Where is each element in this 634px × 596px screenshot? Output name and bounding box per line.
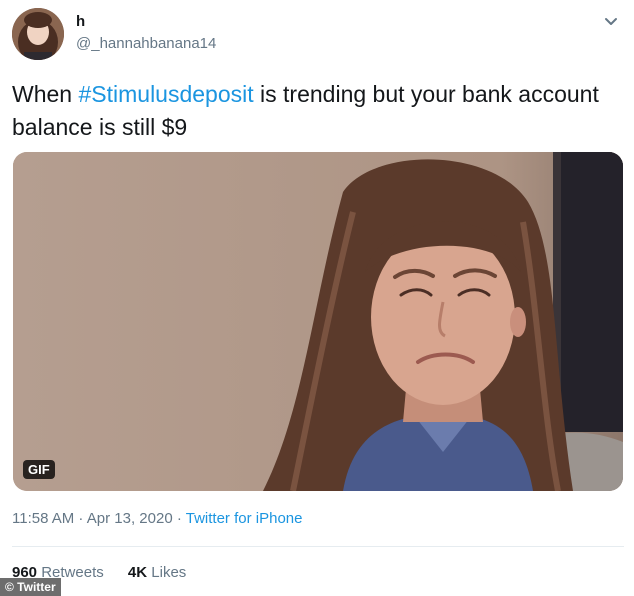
likes-label: Likes <box>151 564 187 581</box>
gif-frame <box>13 152 623 491</box>
meta-separator-2: · <box>172 510 186 527</box>
gif-media[interactable]: GIF <box>13 152 623 491</box>
twitter-watermark: © Twitter <box>0 578 61 596</box>
display-name[interactable]: h <box>76 13 85 30</box>
user-handle[interactable]: @_hannahbanana14 <box>76 35 216 52</box>
chevron-down-icon[interactable] <box>602 12 620 30</box>
meta-separator: · <box>74 510 87 527</box>
tweet-source-link[interactable]: Twitter for iPhone <box>186 510 303 527</box>
tweet-meta: 11:58 AM · Apr 13, 2020 · Twitter for iP… <box>12 510 302 527</box>
avatar[interactable] <box>12 8 64 60</box>
avatar-image <box>12 8 64 60</box>
tweet-text-start: When <box>12 81 79 107</box>
likes-count: 4K <box>127 564 148 581</box>
tweet-text: When #Stimulusdeposit is trending but yo… <box>12 78 622 144</box>
hashtag-link[interactable]: #Stimulusdeposit <box>78 81 253 107</box>
tweet-date[interactable]: Apr 13, 2020 <box>87 510 173 527</box>
gif-badge: GIF <box>23 460 55 479</box>
likes-stat[interactable]: 4K Likes <box>128 564 186 581</box>
tweet-time[interactable]: 11:58 AM <box>12 510 74 527</box>
divider <box>12 546 624 547</box>
